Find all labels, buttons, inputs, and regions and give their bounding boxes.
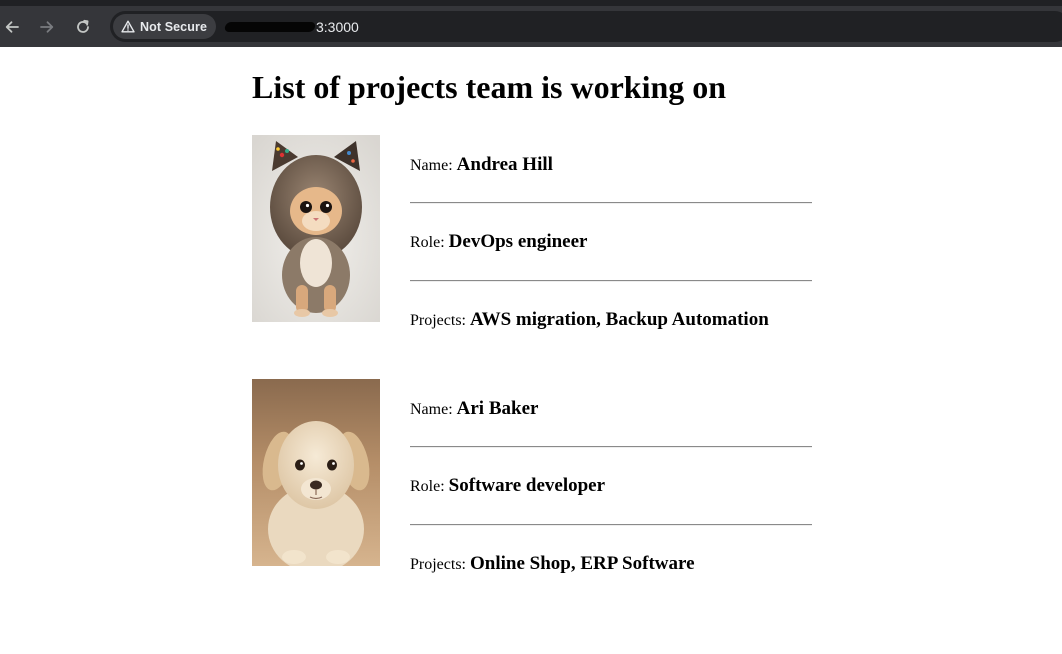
url-port: 3:3000 xyxy=(316,18,359,35)
member-name-field: Name: Ari Baker xyxy=(410,398,538,421)
member-name-field: Name: Andrea Hill xyxy=(410,154,553,177)
member-projects: AWS migration, Backup Automation xyxy=(470,309,769,330)
member-role-field: Role: Software developer xyxy=(410,475,605,498)
redacted-host xyxy=(223,21,317,32)
member-name: Ari Baker xyxy=(456,398,539,419)
member-projects: Online Shop, ERP Software xyxy=(470,553,695,574)
security-indicator-button[interactable]: Not Secure xyxy=(113,14,216,39)
page-title: List of projects team is working on xyxy=(252,69,727,105)
back-button[interactable] xyxy=(0,9,30,45)
page-content: List of projects team is working on Name… xyxy=(0,47,1062,654)
member-name: Andrea Hill xyxy=(456,154,553,175)
role-label: Role: xyxy=(410,478,445,495)
team-member-card: Name: Andrea Hill Role: DevOps engineer … xyxy=(252,135,812,335)
arrow-left-icon xyxy=(5,20,19,33)
member-projects-field: Projects: AWS migration, Backup Automati… xyxy=(410,309,769,332)
divider xyxy=(410,280,812,282)
puppy-photo xyxy=(252,379,380,566)
member-role: DevOps engineer xyxy=(448,231,588,252)
name-label: Name: xyxy=(410,401,453,418)
member-projects-field: Projects: Online Shop, ERP Software xyxy=(410,553,695,576)
projects-label: Projects: xyxy=(410,556,466,573)
kitten-in-hat-photo xyxy=(252,135,380,322)
divider xyxy=(410,524,812,526)
name-label: Name: xyxy=(410,157,453,174)
projects-label: Projects: xyxy=(410,312,466,329)
role-label: Role: xyxy=(410,234,445,251)
reload-icon xyxy=(77,19,89,33)
member-role-field: Role: DevOps engineer xyxy=(410,231,587,254)
arrow-right-icon xyxy=(40,20,54,33)
divider xyxy=(410,446,812,448)
url-text: 3:3000 xyxy=(223,18,359,35)
reload-button[interactable] xyxy=(65,9,101,45)
divider xyxy=(410,202,812,204)
team-member-card: Name: Ari Baker Role: Software developer… xyxy=(252,379,812,579)
browser-toolbar: Not Secure 3:3000 xyxy=(0,0,1062,47)
forward-button[interactable] xyxy=(29,9,65,45)
warning-triangle-icon xyxy=(121,20,135,33)
address-bar[interactable]: Not Secure 3:3000 xyxy=(110,11,1062,42)
security-label: Not Secure xyxy=(140,19,207,34)
member-role: Software developer xyxy=(448,475,606,496)
